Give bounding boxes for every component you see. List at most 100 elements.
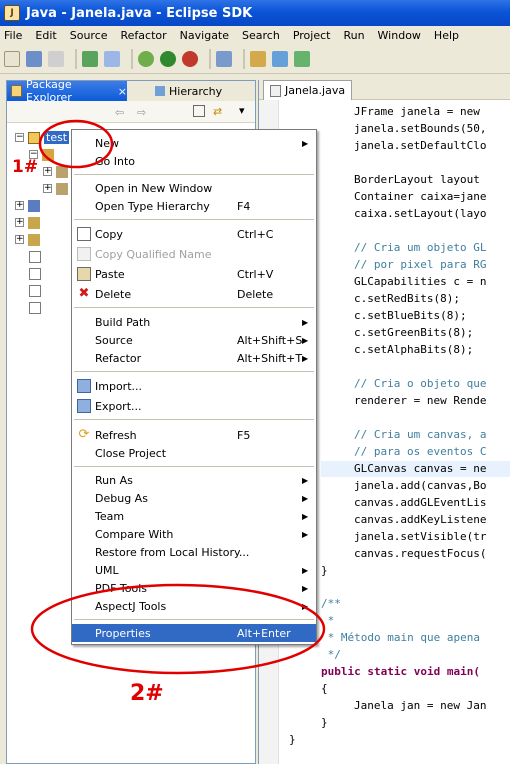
expand-toggle[interactable]: + <box>43 167 52 176</box>
wizard-icon[interactable] <box>82 50 98 67</box>
tree-row[interactable] <box>15 282 72 299</box>
search-icon[interactable] <box>216 50 232 67</box>
new-file-icon[interactable] <box>4 50 20 67</box>
close-icon[interactable]: × <box>118 85 127 98</box>
menu-separator <box>74 419 314 420</box>
context-menu: New ▶ Go Into Open in New Window Open Ty… <box>71 129 317 645</box>
menu-item-refresh[interactable]: ⟳ Refresh F5 <box>72 426 316 444</box>
menu-shortcut: F4 <box>237 199 251 213</box>
menu-item-run-as[interactable]: Run As ▶ <box>72 471 316 489</box>
tab-package-explorer[interactable]: Package Explorer × <box>7 78 127 104</box>
save-icon[interactable] <box>26 50 42 67</box>
menu-item-uml[interactable]: UML ▶ <box>72 561 316 579</box>
run-icon[interactable] <box>160 50 176 67</box>
menu-item-copy[interactable]: Copy Ctrl+C <box>72 225 316 243</box>
menu-item-properties[interactable]: Properties Alt+Enter <box>72 624 316 642</box>
expand-toggle[interactable]: + <box>15 201 24 210</box>
code-comment: // para os eventos C <box>354 445 487 458</box>
code-line: janela.setVisible(tr <box>354 530 487 543</box>
tree-row[interactable]: + <box>15 197 72 214</box>
submenu-arrow-icon: ▶ <box>302 317 309 327</box>
forward-icon[interactable]: ⇨ <box>137 106 146 119</box>
menu-item-aspectj-tools[interactable]: AspectJ Tools ▶ <box>72 597 316 615</box>
menu-item-import[interactable]: Import... <box>72 377 316 395</box>
tree-row[interactable] <box>15 265 72 282</box>
code-comment: // Cria um canvas, a <box>354 428 487 441</box>
menu-project[interactable]: Project <box>293 29 331 42</box>
menu-item-close-project[interactable]: Close Project <box>72 444 316 462</box>
menu-item-open-new-window[interactable]: Open in New Window <box>72 179 316 197</box>
package-icon <box>11 85 23 97</box>
menu-item-pdf-tools[interactable]: PDF Tools ▶ <box>72 579 316 597</box>
menu-help[interactable]: Help <box>434 29 459 42</box>
menu-edit[interactable]: Edit <box>35 29 56 42</box>
navigate-icon[interactable] <box>272 50 288 67</box>
annotation-icon[interactable] <box>250 50 266 67</box>
menu-window[interactable]: Window <box>378 29 421 42</box>
menu-source[interactable]: Source <box>70 29 108 42</box>
menu-item-paste[interactable]: Paste Ctrl+V <box>72 265 316 283</box>
view-toolbar: ⇦ ⇨ ⇄ ▾ <box>7 101 255 123</box>
back-icon[interactable]: ⇦ <box>115 106 124 119</box>
annotation-label-1: 1# <box>12 157 39 177</box>
expand-toggle[interactable]: + <box>15 218 24 227</box>
tree-row-project[interactable]: − test <box>15 129 72 146</box>
open-type-icon[interactable] <box>104 50 120 67</box>
jar-icon <box>28 216 40 229</box>
menu-item-compare-with[interactable]: Compare With ▶ <box>72 525 316 543</box>
expand-toggle[interactable]: + <box>43 184 52 193</box>
menu-item-new[interactable]: New ▶ <box>72 134 316 152</box>
menu-item-open-type-hierarchy[interactable]: Open Type Hierarchy F4 <box>72 197 316 215</box>
code-line: janela.setBounds(50, <box>354 122 487 135</box>
view-menu-icon[interactable]: ▾ <box>239 104 245 117</box>
menu-search[interactable]: Search <box>242 29 280 42</box>
app-icon: J <box>4 5 20 21</box>
menu-item-label: Properties <box>95 626 151 640</box>
menu-item-label: Paste <box>95 267 125 281</box>
menu-item-build-path[interactable]: Build Path ▶ <box>72 313 316 331</box>
tree-row[interactable] <box>15 248 72 265</box>
menu-item-label: Compare With <box>95 527 174 541</box>
code-line: JFrame janela = new <box>354 105 480 118</box>
menu-item-team[interactable]: Team ▶ <box>72 507 316 525</box>
menu-navigate[interactable]: Navigate <box>180 29 229 42</box>
collapse-all-icon[interactable] <box>193 105 205 117</box>
menu-item-restore-local-history[interactable]: Restore from Local History... <box>72 543 316 561</box>
file-icon <box>29 250 41 263</box>
menu-item-debug-as[interactable]: Debug As ▶ <box>72 489 316 507</box>
menu-item-copy-qualified-name: Copy Qualified Name <box>72 245 316 263</box>
paste-icon <box>77 267 91 281</box>
print-icon[interactable] <box>48 50 64 67</box>
tab-hierarchy[interactable]: Hierarchy <box>155 81 222 101</box>
menu-item-label: Copy <box>95 227 123 241</box>
link-editor-icon[interactable]: ⇄ <box>213 105 222 118</box>
code-comment: // Cria o objeto que <box>354 377 487 390</box>
tab-janela-java[interactable]: Janela.java <box>263 80 353 100</box>
menu-item-source[interactable]: Source Alt+Shift+S ▶ <box>72 331 316 349</box>
external-tools-icon[interactable] <box>182 50 198 67</box>
menu-item-go-into[interactable]: Go Into <box>72 152 316 170</box>
menu-item-refactor[interactable]: Refactor Alt+Shift+T ▶ <box>72 349 316 367</box>
menu-refactor[interactable]: Refactor <box>121 29 167 42</box>
menu-file[interactable]: File <box>4 29 22 42</box>
tree-row[interactable]: + <box>15 180 72 197</box>
title-bar: J Java - Janela.java - Eclipse SDK <box>0 0 510 26</box>
menu-item-label: Build Path <box>95 315 151 329</box>
file-icon <box>29 301 41 314</box>
tree-row[interactable]: + <box>15 231 72 248</box>
code-line: } <box>321 716 328 729</box>
menu-item-export[interactable]: Export... <box>72 397 316 415</box>
menu-item-label: Team <box>95 509 125 523</box>
toolbar-separator <box>243 48 245 69</box>
menu-run[interactable]: Run <box>343 29 364 42</box>
code-comment: // Cria um objeto GL <box>354 241 487 254</box>
debug-icon[interactable] <box>138 50 154 67</box>
submenu-arrow-icon: ▶ <box>302 493 309 503</box>
tree-row[interactable]: + <box>15 214 72 231</box>
perspective-icon[interactable] <box>294 50 310 67</box>
tree-row[interactable] <box>15 299 72 316</box>
menu-item-delete[interactable]: ✖ Delete Delete <box>72 285 316 303</box>
expand-toggle[interactable]: + <box>15 235 24 244</box>
collapse-toggle[interactable]: − <box>15 133 24 142</box>
library-icon <box>28 199 40 212</box>
